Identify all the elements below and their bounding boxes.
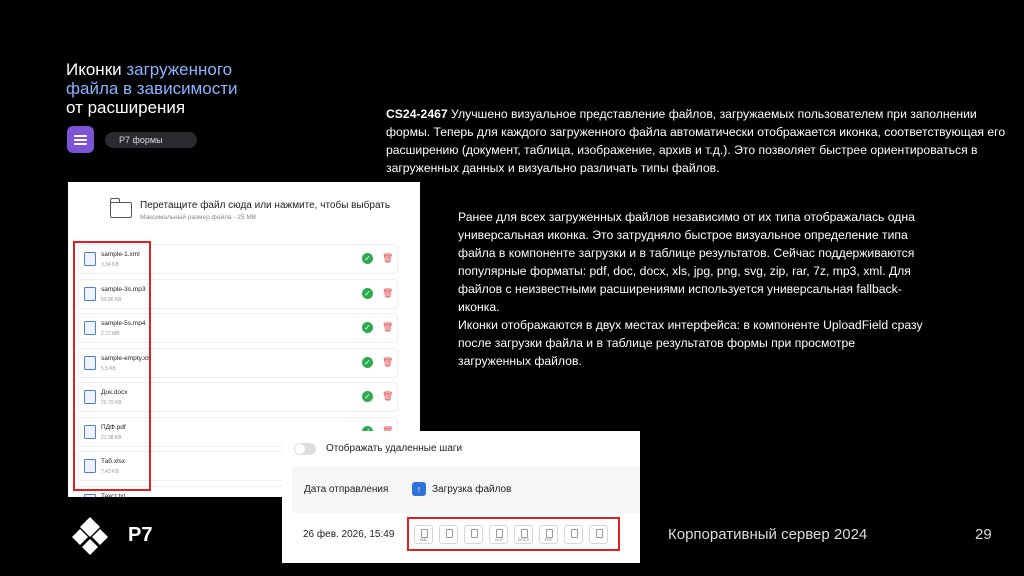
upload-icon: ↑ (412, 482, 426, 496)
show-deleted-toggle[interactable] (294, 443, 316, 455)
column-header-upload: Загрузка файлов (432, 484, 512, 495)
file-icon (84, 252, 96, 266)
file-icon (84, 355, 96, 370)
file-row: sample-1.xml 3.34 KB ✓ 🗑 (78, 244, 398, 274)
file-icon (84, 459, 96, 473)
check-icon: ✓ (362, 391, 373, 402)
trash-icon[interactable]: 🗑 (382, 391, 393, 401)
logo-text: Р7 (128, 524, 153, 546)
file-size: 7.43 KB (101, 469, 119, 475)
r7-logo-icon (72, 517, 108, 555)
file-icon (84, 493, 96, 497)
check-icon: ✓ (362, 253, 373, 264)
file-name: Док.docx (101, 389, 128, 396)
slide-title: Иконки загруженного файла в зависимости … (66, 60, 238, 117)
file-size: 21.98 KB (101, 434, 122, 441)
table-header: Дата отправления ↑ Загрузка файлов (292, 467, 640, 513)
file-type-icon[interactable] (589, 524, 608, 544)
drop-zone[interactable]: Перетащите файл сюда или нажмите, чтобы … (108, 198, 398, 228)
check-icon: ✓ (362, 287, 373, 299)
footer-text: Корпоративный сервер 2024 (668, 526, 868, 543)
row-date-cell: 26 фев. 2026, 15:49 (303, 529, 395, 540)
column-header-date: Дата отправления (304, 484, 389, 495)
file-type-icon[interactable]: XML (414, 524, 433, 544)
file-type-icon[interactable]: PDF (539, 524, 558, 544)
file-type-icon[interactable] (464, 524, 483, 544)
check-icon: ✓ (362, 322, 373, 333)
check-icon: ✓ (362, 356, 373, 368)
issue-id: CS24-2467 (386, 107, 448, 121)
trash-icon[interactable]: 🗑 (382, 357, 393, 367)
file-name: ПДФ.pdf (101, 423, 126, 431)
file-size: 2.72 MB (101, 331, 120, 337)
file-type-icons-highlight: XML XLS DOCX PDF (407, 517, 620, 551)
file-name: Текст.txt (101, 492, 126, 498)
file-type-icon[interactable] (564, 524, 583, 544)
page-number: 29 (975, 526, 992, 543)
file-icon (84, 321, 96, 335)
file-size: 20.79 KB (101, 400, 122, 406)
file-size: 50.86 KB (101, 296, 122, 303)
file-name: sample-3s.mp3 (101, 285, 146, 293)
toggle-label: Отображать удаленные шаги (326, 443, 463, 454)
product-tag: Р7 формы (105, 132, 197, 148)
file-size: 3.34 KB (101, 262, 119, 268)
file-name: sample-empty.xls (101, 354, 152, 362)
file-name: sample-1.xml (101, 251, 140, 258)
file-row: sample-5s.mp4 2.72 MB ✓ 🗑 (78, 313, 398, 343)
file-icon (84, 286, 96, 301)
trash-icon[interactable]: 🗑 (382, 322, 393, 332)
trash-icon[interactable]: 🗑 (382, 253, 393, 263)
file-row: Док.docx 20.79 KB ✓ 🗑 (78, 382, 398, 412)
forms-app-icon (67, 126, 94, 153)
file-name: Таб.xlsx (101, 458, 126, 465)
trash-icon[interactable]: 🗑 (382, 288, 393, 298)
folder-icon (109, 198, 132, 218)
file-size: 5.5 KB (101, 365, 117, 372)
file-type-icon[interactable] (439, 524, 458, 544)
file-row: sample-3s.mp3 50.86 KB ✓ 🗑 (78, 278, 398, 309)
description-paragraph: CS24-2467 Улучшено визуальное представле… (386, 107, 1006, 175)
results-table-panel: Отображать удаленные шаги Дата отправлен… (282, 431, 640, 563)
file-type-icon[interactable]: DOCX (514, 524, 533, 544)
file-icon (84, 424, 96, 439)
file-name: sample-5s.mp4 (101, 320, 146, 327)
file-type-icon[interactable]: XLS (489, 524, 508, 544)
details-paragraph: Ранее для всех загруженных файлов незави… (458, 210, 923, 368)
file-icon (84, 390, 96, 404)
file-row: sample-empty.xls 5.5 KB ✓ 🗑 (78, 347, 398, 378)
